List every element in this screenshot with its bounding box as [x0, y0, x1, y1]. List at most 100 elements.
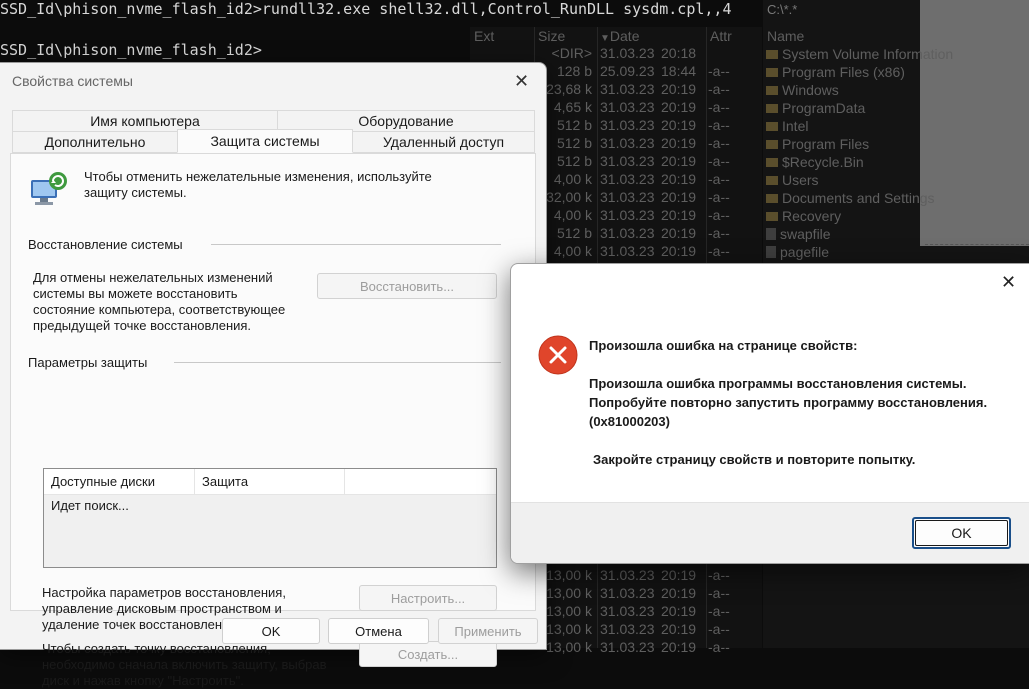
- file-row-date: 31.03.23: [600, 189, 655, 205]
- file-row-date: 31.03.23: [600, 567, 655, 583]
- file-row-attr: -a--: [708, 585, 730, 601]
- file-row-attr: -a--: [708, 153, 730, 169]
- folder-icon: [766, 86, 778, 95]
- folder-icon: [766, 194, 778, 203]
- error-icon: [538, 335, 578, 380]
- error-message-line-2: Попробуйте повторно запустить программу …: [589, 395, 988, 410]
- file-name: Program Files: [782, 136, 870, 152]
- list-status: Идет поиск...: [51, 498, 129, 513]
- file-row-time: 20:19: [661, 189, 697, 205]
- file-row-attr: -a--: [708, 225, 730, 241]
- panel-divider: [925, 244, 1029, 245]
- file-row-time: 20:19: [661, 585, 697, 601]
- restore-button[interactable]: Восстановить...: [317, 273, 497, 299]
- column-header-size[interactable]: Size: [538, 28, 565, 44]
- terminal-command-line: SSD_Id\phison_nvme_flash_id2>rundll32.ex…: [0, 0, 732, 18]
- folder-icon: [766, 104, 778, 113]
- list-header-drives[interactable]: Доступные диски: [44, 469, 195, 494]
- error-ok-button[interactable]: OK: [912, 517, 1011, 549]
- file-row-attr: -a--: [708, 207, 730, 223]
- intro-line-2: защиту системы.: [84, 185, 187, 200]
- column-header-ext[interactable]: Ext: [474, 28, 494, 44]
- close-icon[interactable]: ✕: [514, 71, 529, 92]
- file-list-item[interactable]: Documents and Settings: [766, 190, 935, 206]
- file-row-date: 31.03.23: [600, 585, 655, 601]
- folder-icon: [766, 158, 778, 167]
- panel-path: C:\*.*: [767, 2, 798, 17]
- folder-icon: [766, 68, 778, 77]
- file-list-item[interactable]: Program Files: [766, 136, 869, 152]
- file-row-size: <DIR>: [551, 45, 592, 61]
- folder-icon: [766, 122, 778, 131]
- file-name: Documents and Settings: [782, 190, 935, 206]
- file-row-attr: -a--: [708, 189, 730, 205]
- file-row-date: 31.03.23: [600, 639, 655, 655]
- file-name: System Volume Information: [782, 46, 954, 62]
- apply-button[interactable]: Применить: [438, 618, 538, 644]
- error-heading: Произошла ошибка на странице свойств:: [589, 338, 858, 353]
- folder-icon: [766, 140, 778, 149]
- file-list-item[interactable]: Program Files (x86): [766, 64, 905, 80]
- file-list-item[interactable]: pagefile: [766, 244, 829, 260]
- ok-button[interactable]: OK: [222, 618, 320, 644]
- column-header-date[interactable]: ▼Date: [600, 28, 639, 44]
- configure-button[interactable]: Настроить...: [359, 585, 497, 611]
- list-header-protection[interactable]: Защита: [195, 469, 345, 494]
- column-header-attr[interactable]: Attr: [710, 28, 732, 44]
- tab-remote[interactable]: Удаленный доступ: [352, 131, 535, 153]
- file-row-time: 20:19: [661, 621, 697, 637]
- file-row-attr: -a--: [708, 243, 730, 259]
- tab-panel-system-protection: Чтобы отменить нежелательные изменения, …: [10, 153, 536, 688]
- file-name: swapfile: [780, 226, 831, 242]
- file-list-item[interactable]: Windows: [766, 82, 839, 98]
- file-list-item[interactable]: Intel: [766, 118, 808, 134]
- tab-system-protection[interactable]: Защита системы: [177, 129, 353, 153]
- file-name: ProgramData: [782, 100, 866, 116]
- file-row-time: 20:19: [661, 171, 697, 187]
- file-list-item[interactable]: System Volume Information: [766, 46, 953, 62]
- file-row-time: 20:19: [661, 639, 697, 655]
- sort-arrow-icon: ▼: [600, 33, 610, 44]
- dialog-title: Свойства системы: [12, 73, 133, 89]
- list-header: Доступные диски Защита: [44, 469, 496, 495]
- drives-list[interactable]: Доступные диски Защита Идет поиск...: [43, 468, 497, 568]
- file-row-time: 20:19: [661, 603, 697, 619]
- file-list-item[interactable]: swapfile: [766, 226, 831, 242]
- terminal-prompt-line: SSD_Id\phison_nvme_flash_id2>: [0, 41, 262, 59]
- file-name: Intel: [782, 118, 809, 134]
- file-row-date: 31.03.23: [600, 207, 655, 223]
- close-icon[interactable]: ✕: [1001, 272, 1016, 293]
- file-name: pagefile: [780, 244, 830, 260]
- error-code: (0x81000203): [589, 414, 670, 429]
- restore-desc-3: состояние компьютера, соответствующее: [33, 302, 286, 317]
- configure-desc-2: управление дисковым пространством и: [42, 601, 282, 616]
- file-row-attr: -a--: [708, 603, 730, 619]
- file-row-attr: -a--: [708, 639, 730, 655]
- file-list-item[interactable]: Users: [766, 172, 819, 188]
- section-divider: [211, 244, 501, 245]
- file-list-item[interactable]: Recovery: [766, 208, 841, 224]
- file-row-time: 20:19: [661, 207, 697, 223]
- file-icon: [766, 246, 776, 258]
- file-row-time: 20:19: [661, 99, 697, 115]
- file-row-date: 31.03.23: [600, 171, 655, 187]
- create-desc-2: необходимо сначала включить защиту, выбр…: [42, 657, 327, 672]
- file-list-item[interactable]: $Recycle.Bin: [766, 154, 864, 170]
- cancel-button[interactable]: Отмена: [328, 618, 429, 644]
- error-message-line-1: Произошла ошибка программы восстановлени…: [589, 376, 967, 391]
- file-row-date: 31.03.23: [600, 99, 655, 115]
- column-header-name[interactable]: Name: [767, 28, 804, 44]
- folder-icon: [766, 50, 778, 59]
- folder-icon: [766, 176, 778, 185]
- tab-advanced[interactable]: Дополнительно: [12, 131, 178, 153]
- file-row-attr: -a--: [708, 81, 730, 97]
- file-row-attr: -a--: [708, 99, 730, 115]
- file-row-date: 31.03.23: [600, 243, 655, 259]
- file-row-attr: -a--: [708, 135, 730, 151]
- file-row-time: 20:19: [661, 135, 697, 151]
- file-name: Recovery: [782, 208, 842, 224]
- create-button[interactable]: Создать...: [359, 641, 497, 667]
- file-list-item[interactable]: ProgramData: [766, 100, 865, 116]
- file-row-attr: -a--: [708, 621, 730, 637]
- file-row-date: 31.03.23: [600, 81, 655, 97]
